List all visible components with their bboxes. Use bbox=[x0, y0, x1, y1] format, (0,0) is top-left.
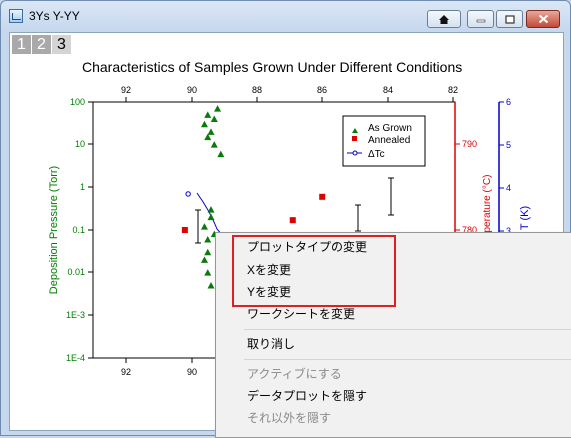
right2-tick-label: 4 bbox=[506, 183, 511, 193]
minimize-button[interactable] bbox=[467, 10, 494, 28]
data-point-triangle[interactable] bbox=[207, 206, 215, 213]
legend-label: Annealed bbox=[368, 135, 410, 146]
top-tick-label: 92 bbox=[121, 85, 131, 95]
menu-item-change-y[interactable]: Yを変更 bbox=[247, 281, 291, 303]
menu-item-remove[interactable]: 取り消し bbox=[247, 333, 295, 355]
graph-window-icon bbox=[9, 9, 23, 23]
maximize-button[interactable] bbox=[496, 10, 523, 28]
data-point-triangle[interactable] bbox=[214, 105, 222, 112]
legend[interactable]: As Grown Annealed ΔTc bbox=[342, 115, 426, 167]
delta-tc-line bbox=[196, 192, 224, 237]
top-tick-label: 88 bbox=[252, 85, 262, 95]
data-point-triangle[interactable] bbox=[204, 248, 212, 256]
home-icon bbox=[439, 14, 449, 24]
left-axis-label: Deposition Pressure (Torr) bbox=[48, 166, 60, 294]
data-point-triangle[interactable] bbox=[204, 269, 212, 276]
window-title: 3Ys Y-YY bbox=[29, 9, 80, 23]
data-point-triangle[interactable] bbox=[207, 282, 215, 289]
menu-separator bbox=[244, 329, 571, 330]
legend-marker-circle bbox=[352, 150, 358, 156]
minimize-icon bbox=[476, 19, 485, 23]
bottom-tick-label: 90 bbox=[187, 367, 197, 377]
title-bar[interactable]: 3Ys Y-YY bbox=[1, 1, 570, 31]
maximize-icon bbox=[504, 14, 515, 24]
data-point-triangle[interactable] bbox=[217, 150, 225, 158]
menu-item-hide-others[interactable]: それ以外を隠す bbox=[247, 407, 331, 429]
legend-marker-square bbox=[352, 136, 357, 141]
top-tick-label: 86 bbox=[317, 85, 327, 95]
data-point-triangle[interactable] bbox=[204, 111, 212, 118]
data-point-circle-open-line[interactable] bbox=[185, 191, 191, 197]
legend-label: As Grown bbox=[368, 123, 412, 134]
bottom-axis: 92 90 bbox=[121, 358, 197, 377]
data-point-triangle[interactable] bbox=[210, 141, 218, 148]
home-button[interactable] bbox=[427, 10, 461, 28]
top-axis: 92 90 88 86 84 82 bbox=[121, 85, 458, 102]
right-tick-label: 790 bbox=[462, 139, 477, 149]
data-point-triangle[interactable] bbox=[200, 256, 208, 263]
close-icon bbox=[538, 14, 548, 24]
left-tick-label: 0.01 bbox=[67, 267, 85, 277]
data-point-square[interactable] bbox=[181, 227, 188, 233]
data-point-triangle[interactable] bbox=[207, 128, 215, 135]
data-point-triangle[interactable] bbox=[200, 223, 208, 230]
menu-item-change-plot-type[interactable]: プロットタイプの変更 bbox=[247, 236, 367, 258]
left-tick-label: 0.1 bbox=[72, 225, 85, 235]
menu-item-change-worksheet[interactable]: ワークシートを変更 bbox=[247, 303, 355, 325]
menu-item-activate[interactable]: アクティブにする bbox=[247, 363, 342, 385]
right2-tick-label: 5 bbox=[506, 140, 511, 150]
left-tick-label: 1 bbox=[80, 182, 85, 192]
top-tick-label: 84 bbox=[383, 85, 393, 95]
right2-axis-label: T (K) bbox=[519, 206, 531, 230]
context-menu: プロットタイプの変更 Xを変更 Yを変更 ワークシートを変更 取り消し アクティ… bbox=[215, 232, 571, 438]
right2-tick-label: 6 bbox=[506, 97, 511, 107]
left-tick-label: 10 bbox=[75, 139, 85, 149]
left-tick-label: 1E-3 bbox=[66, 310, 85, 320]
data-point-triangle[interactable] bbox=[200, 120, 208, 128]
left-tick-label: 1E-4 bbox=[66, 353, 85, 363]
data-point-square[interactable] bbox=[289, 217, 296, 224]
data-point-triangle[interactable] bbox=[204, 235, 212, 243]
left-tick-label: 100 bbox=[70, 97, 85, 107]
left-axis: 100 10 1 0.1 0.01 1E-3 1E-4 Deposition P… bbox=[48, 97, 93, 363]
menu-item-change-x[interactable]: Xを変更 bbox=[247, 259, 291, 281]
data-point-triangle[interactable] bbox=[207, 213, 215, 221]
chart-title: Characteristics of Samples Grown Under D… bbox=[82, 59, 462, 75]
bottom-tick-label: 92 bbox=[121, 367, 131, 377]
data-point-triangle[interactable] bbox=[210, 115, 218, 122]
legend-label: ΔTc bbox=[368, 149, 385, 160]
close-button[interactable] bbox=[526, 10, 560, 28]
top-tick-label: 90 bbox=[187, 85, 197, 95]
top-tick-label: 82 bbox=[448, 85, 458, 95]
data-point-square[interactable] bbox=[319, 193, 326, 200]
menu-item-hide-data-plot[interactable]: データプロットを隠す bbox=[247, 385, 367, 407]
menu-separator bbox=[244, 359, 571, 360]
